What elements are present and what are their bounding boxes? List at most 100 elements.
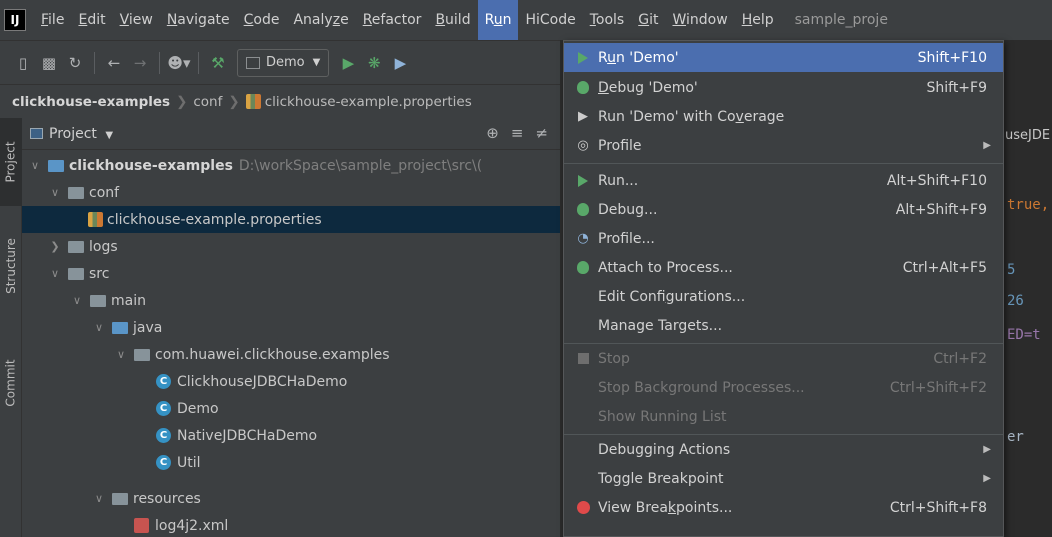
back-icon[interactable]: ← — [101, 50, 127, 76]
build-hammer-icon[interactable]: ⚒ — [205, 50, 231, 76]
chevron-down-icon[interactable]: ∨ — [48, 186, 62, 199]
menu-run[interactable]: Run — [477, 0, 519, 40]
chevron-down-icon[interactable]: ∨ — [92, 321, 106, 334]
menu-build[interactable]: Build — [428, 0, 477, 40]
chevron-down-icon[interactable]: ∨ — [92, 492, 106, 505]
tree-item-label: NativeJDBCHaDemo — [177, 427, 318, 444]
tree-item-project-root[interactable]: ∨ clickhouse-examples D:\workSpace\sampl… — [22, 152, 560, 179]
breadcrumb-separator: ❯ — [228, 93, 240, 110]
expand-all-icon[interactable]: ≡ — [511, 124, 524, 142]
profile-icon: ◎ — [577, 138, 589, 153]
menu-toggle-breakpoint[interactable]: Toggle Breakpoint ▶ — [564, 464, 1003, 493]
debug-bug-icon — [572, 81, 594, 94]
breadcrumb-folder[interactable]: conf — [193, 94, 222, 110]
tree-item-main[interactable]: ∨ main — [22, 287, 560, 314]
tab-structure[interactable]: Structure — [0, 218, 22, 314]
menu-window[interactable]: Window — [665, 0, 734, 40]
shortcut: Shift+F9 — [926, 79, 987, 96]
user-icon[interactable]: ☻▾ — [166, 50, 192, 76]
tree-item-java[interactable]: ∨ java — [22, 314, 560, 341]
menu-debugging-actions[interactable]: Debugging Actions ▶ — [564, 435, 1003, 464]
locate-icon[interactable]: ⊕ — [486, 124, 499, 142]
menu-view-breakpoints[interactable]: View Breakpoints... Ctrl+Shift+F8 — [564, 493, 1003, 522]
tree-item-label: java — [133, 319, 163, 336]
tab-commit[interactable]: Commit — [0, 338, 22, 428]
chevron-down-icon[interactable]: ∨ — [70, 294, 84, 307]
menu-attach-to-process[interactable]: Attach to Process... Ctrl+Alt+F5 — [564, 253, 1003, 282]
tree-item-label: src — [89, 265, 110, 282]
shortcut: Ctrl+Shift+F2 — [889, 379, 987, 396]
menu-run-ellipsis[interactable]: Run... Alt+Shift+F10 — [564, 166, 1003, 195]
tree-item-class[interactable]: C NativeJDBCHaDemo — [22, 422, 560, 449]
menu-edit-configurations[interactable]: Edit Configurations... — [564, 282, 1003, 311]
chevron-down-icon[interactable]: ∨ — [48, 267, 62, 280]
code-fragment: 26 — [1007, 293, 1024, 309]
debug-icon[interactable]: ❋ — [361, 50, 387, 76]
main-toolbar: ▯ ▩ ↻ ← → ☻▾ ⚒ Demo ▼ ▶ ❋ ▶ — [0, 40, 560, 84]
menu-stop: Stop Ctrl+F2 — [564, 344, 1003, 373]
menu-manage-targets[interactable]: Manage Targets... — [564, 311, 1003, 340]
breadcrumb-project[interactable]: clickhouse-examples — [12, 94, 170, 110]
tree-item-label: com.huawei.clickhouse.examples — [155, 346, 390, 363]
run-configuration-selector[interactable]: Demo ▼ — [237, 48, 330, 77]
java-class-icon: C — [156, 455, 171, 470]
tree-item-logs[interactable]: ❯ logs — [22, 233, 560, 260]
menu-profile-submenu[interactable]: ◎ Profile ▶ — [564, 131, 1003, 160]
menu-refactor[interactable]: Refactor — [356, 0, 429, 40]
save-icon[interactable]: ▩ — [36, 50, 62, 76]
menu-analyze[interactable]: Analyze — [286, 0, 355, 40]
tree-item-class[interactable]: C Util — [22, 449, 560, 476]
chevron-down-icon[interactable]: ∨ — [28, 159, 42, 172]
tree-item-package[interactable]: ∨ com.huawei.clickhouse.examples — [22, 341, 560, 368]
code-fragment: true, — [1007, 197, 1050, 213]
chevron-down-icon[interactable]: ∨ — [114, 348, 128, 361]
module-folder-icon — [48, 159, 64, 172]
java-class-icon: C — [156, 374, 171, 389]
chevron-right-icon[interactable]: ❯ — [48, 240, 62, 253]
sync-icon[interactable]: ↻ — [62, 50, 88, 76]
menu-git[interactable]: Git — [631, 0, 665, 40]
menu-debug-demo[interactable]: Debug 'Demo' Shift+F9 — [564, 73, 1003, 102]
tree-item-label: clickhouse-examples — [69, 157, 233, 174]
folder-icon — [68, 186, 84, 199]
tree-item-src[interactable]: ∨ src — [22, 260, 560, 287]
xml-file-icon — [134, 518, 149, 533]
project-view-selector[interactable]: Project ▼ — [30, 126, 113, 142]
menu-navigate[interactable]: Navigate — [160, 0, 237, 40]
tree-item-label: resources — [133, 490, 201, 507]
menu-hicode[interactable]: HiCode — [518, 0, 582, 40]
run-icon — [572, 51, 594, 64]
menu-file[interactable]: File — [34, 0, 71, 40]
coverage-icon[interactable]: ▶ — [387, 50, 413, 76]
package-icon — [134, 348, 150, 361]
editor-tab[interactable]: useJDE — [1005, 128, 1050, 143]
menu-tools[interactable]: Tools — [583, 0, 632, 40]
tree-item-properties-file[interactable]: clickhouse-example.properties — [22, 206, 560, 233]
shortcut: Ctrl+F2 — [933, 350, 987, 367]
menu-code[interactable]: Code — [237, 0, 287, 40]
tree-item-xml-file[interactable]: log4j2.xml — [22, 512, 560, 537]
menu-profile-ellipsis[interactable]: ◔ Profile... — [564, 224, 1003, 253]
tree-item-class[interactable]: C Demo — [22, 395, 560, 422]
project-panel-header: Project ▼ ⊕ ≡ ≠ — [22, 118, 560, 150]
coverage-icon: ▶ — [578, 109, 588, 124]
config-icon — [246, 56, 260, 69]
menu-debug-ellipsis[interactable]: Debug... Alt+Shift+F9 — [564, 195, 1003, 224]
window-title: sample_proje — [794, 12, 888, 28]
tab-project[interactable]: Project — [0, 118, 22, 206]
menu-run-demo[interactable]: Run 'Demo' Shift+F10 — [564, 43, 1003, 72]
tree-item-conf[interactable]: ∨ conf — [22, 179, 560, 206]
collapse-all-icon[interactable]: ≠ — [535, 124, 548, 142]
tree-item-resources[interactable]: ∨ resources — [22, 485, 560, 512]
run-icon[interactable]: ▶ — [335, 50, 361, 76]
menu-edit[interactable]: Edit — [71, 0, 112, 40]
chevron-down-icon: ▼ — [312, 57, 321, 68]
submenu-arrow-icon: ▶ — [983, 444, 991, 455]
breadcrumb-file[interactable]: clickhouse-example.properties — [265, 94, 472, 110]
menu-help[interactable]: Help — [735, 0, 781, 40]
forward-icon[interactable]: → — [127, 50, 153, 76]
open-icon[interactable]: ▯ — [10, 50, 36, 76]
menu-view[interactable]: View — [113, 0, 160, 40]
menu-run-with-coverage[interactable]: ▶ Run 'Demo' with Coverage — [564, 102, 1003, 131]
tree-item-class[interactable]: C ClickhouseJDBCHaDemo — [22, 368, 560, 395]
